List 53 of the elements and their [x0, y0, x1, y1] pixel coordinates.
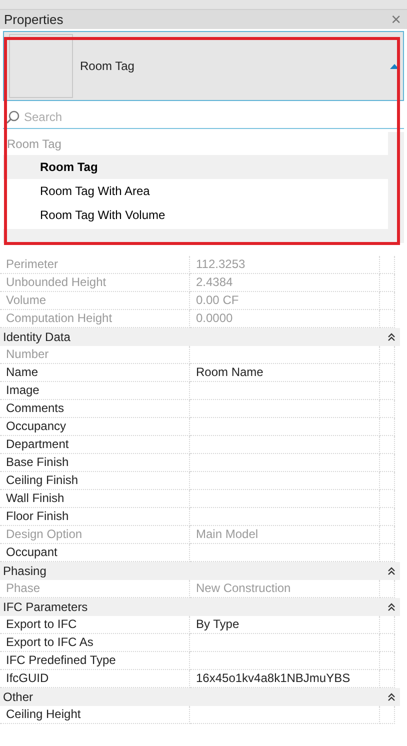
property-value[interactable] [190, 382, 380, 400]
property-value: 0.00 CF [190, 292, 380, 310]
property-value[interactable] [190, 508, 380, 526]
property-value[interactable] [190, 652, 380, 670]
section-header[interactable]: Other [0, 688, 400, 706]
property-label: Ceiling Height [0, 706, 190, 724]
search-field[interactable]: Search [24, 108, 404, 126]
property-label: Design Option [0, 526, 190, 544]
property-value[interactable] [190, 436, 380, 454]
panel-title: Properties [4, 10, 64, 29]
property-label: Ceiling Finish [0, 472, 190, 490]
section-header[interactable]: Identity Data [0, 328, 400, 346]
property-value[interactable] [190, 454, 380, 472]
section-title: Phasing [3, 563, 46, 580]
property-label: Perimeter [0, 256, 190, 274]
property-label: Export to IFC [0, 616, 190, 634]
property-value[interactable] [190, 634, 380, 652]
property-value[interactable] [190, 400, 380, 418]
dropdown-item[interactable]: Room Tag With Volume [3, 203, 388, 227]
property-value: Main Model [190, 526, 380, 544]
property-label: Wall Finish [0, 490, 190, 508]
section-header[interactable]: IFC Parameters [0, 598, 400, 616]
property-value[interactable]: By Type [190, 616, 380, 634]
search-icon [6, 110, 20, 124]
property-label: IFC Predefined Type [0, 652, 190, 670]
property-label: Comments [0, 400, 190, 418]
group-label: Room Tag [6, 136, 62, 153]
horizontal-scrollbar[interactable] [3, 229, 404, 243]
section-header[interactable]: Phasing [0, 562, 400, 580]
type-selector[interactable]: Room Tag [3, 31, 404, 101]
property-label: Base Finish [0, 454, 190, 472]
section-title: IFC Parameters [3, 599, 88, 616]
property-value: 112.3253 [190, 256, 380, 274]
property-value[interactable] [190, 418, 380, 436]
property-value[interactable] [190, 472, 380, 490]
property-label: Occupancy [0, 418, 190, 436]
property-value[interactable]: Room Name [190, 364, 380, 382]
property-value[interactable] [190, 706, 380, 724]
property-label: Image [0, 382, 190, 400]
section-title: Other [3, 689, 34, 706]
property-value[interactable] [190, 490, 380, 508]
property-label: Volume [0, 292, 190, 310]
property-label: Number [0, 346, 190, 364]
dropdown-item[interactable]: Room Tag [3, 155, 388, 179]
property-label: Unbounded Height [0, 274, 190, 292]
section-title: Identity Data [3, 329, 70, 346]
property-label: Export to IFC As [0, 634, 190, 652]
dropdown-item[interactable]: Room Tag With Area [3, 179, 388, 203]
property-label: Floor Finish [0, 508, 190, 526]
property-value: 2.4384 [190, 274, 380, 292]
type-thumbnail [9, 34, 73, 98]
property-label: Department [0, 436, 190, 454]
property-label: Name [0, 364, 190, 382]
